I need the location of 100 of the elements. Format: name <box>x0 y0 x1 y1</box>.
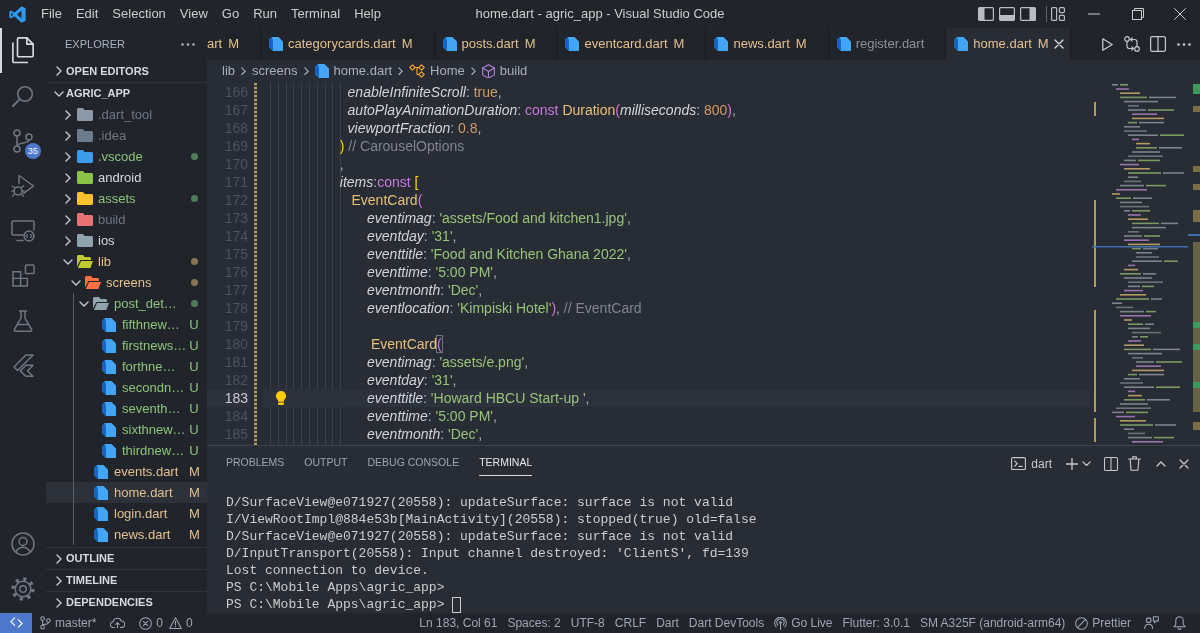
tree-item[interactable]: thirdnew… U <box>46 440 207 461</box>
tree-item[interactable]: home.dart M <box>46 482 207 503</box>
terminal-selector[interactable]: dart <box>1011 454 1052 473</box>
menu-item[interactable]: Selection <box>105 0 173 28</box>
close-icon[interactable] <box>1179 458 1189 469</box>
git-status: M <box>189 462 199 481</box>
editor-tab[interactable]: art M <box>207 28 261 60</box>
breadcrumb-item[interactable]: lib <box>222 61 235 81</box>
split-terminal-icon[interactable] <box>1104 456 1118 471</box>
bell-icon[interactable] <box>1173 616 1186 630</box>
tree-item[interactable]: assets <box>46 188 207 209</box>
panel-tab[interactable]: DEBUG CONSOLE <box>367 451 460 476</box>
panel-tab[interactable]: PROBLEMS <box>226 451 285 476</box>
chevron-right-icon <box>303 66 309 76</box>
feedback-icon[interactable] <box>1144 616 1159 630</box>
status-bar-item[interactable]: Ln 183, Col 61 <box>414 614 503 632</box>
menu-item[interactable]: Help <box>347 0 388 28</box>
breadcrumb-item[interactable]: home.dart <box>314 61 393 81</box>
panel-tab[interactable]: TERMINAL <box>479 451 533 476</box>
tree-item[interactable]: android <box>46 167 207 188</box>
code-line: eventtitle: 'Food and Kitchen Ghana 2022', <box>367 245 631 263</box>
git-status: M <box>189 525 199 544</box>
git-status: U <box>189 420 199 439</box>
status-bar-item[interactable]: Prettier <box>1070 614 1136 632</box>
customize-layout-icon[interactable] <box>1051 7 1065 21</box>
tree-item[interactable]: news.dart M <box>46 524 207 545</box>
status-bar-item[interactable]: CRLF <box>609 614 652 632</box>
code-line: enableInfiniteScroll: true, <box>347 83 502 101</box>
git-status: M <box>673 35 685 54</box>
cloud-upload-icon[interactable] <box>110 617 126 629</box>
menu-item[interactable]: Terminal <box>284 0 348 28</box>
status-bar-item[interactable]: Dart <box>651 614 684 632</box>
tree-item[interactable]: .vscode <box>46 146 207 167</box>
tree-item[interactable]: sixthnew… U <box>46 419 207 440</box>
toggle-sidebar-icon[interactable] <box>977 7 994 21</box>
git-status: M <box>189 483 199 502</box>
chevron-up-icon[interactable] <box>1156 460 1166 467</box>
tree-item[interactable]: seventh… U <box>46 398 207 419</box>
tree-item[interactable]: firstnews… U <box>46 335 207 356</box>
close-icon[interactable] <box>1174 8 1186 20</box>
tree-item[interactable]: fifthnew… U <box>46 314 207 335</box>
code-line: eventmonth: 'Dec', <box>367 425 483 443</box>
file-icon <box>102 422 116 437</box>
tree-item[interactable]: post_det… <box>46 293 207 314</box>
menu-item[interactable]: File <box>34 0 69 28</box>
toggle-secondary-sidebar-icon[interactable] <box>1019 7 1036 21</box>
split-editor-icon[interactable] <box>1150 36 1167 52</box>
run-icon[interactable] <box>1102 37 1114 51</box>
circle-slash-icon <box>1075 616 1089 630</box>
tree-item[interactable]: events.dart M <box>46 461 207 482</box>
code-line: eventtime: '5:00 PM', <box>367 263 497 281</box>
compare-changes-icon[interactable] <box>1123 36 1140 52</box>
tree-item[interactable]: forthne… U <box>46 356 207 377</box>
remote-button[interactable] <box>0 613 32 633</box>
plus-icon[interactable] <box>1066 457 1078 470</box>
file-icon <box>102 317 116 332</box>
breadcrumb-item[interactable]: build <box>481 61 528 81</box>
code-line: ) // CarouselOptions <box>339 137 465 155</box>
status-bar-item[interactable]: Dart DevTools <box>683 614 770 632</box>
close-icon[interactable] <box>1054 39 1065 49</box>
status-bar-item[interactable]: Flutter: 3.0.1 <box>837 614 915 632</box>
files-icon <box>12 37 34 64</box>
git-status: M <box>401 35 413 54</box>
tree-item[interactable]: ios <box>46 230 207 251</box>
menu-item[interactable]: Run <box>246 0 284 28</box>
status-bar-item[interactable]: 0 0 <box>133 614 199 632</box>
file-icon <box>102 443 116 458</box>
breadcrumb-item[interactable]: screens <box>252 61 298 81</box>
app-logo-icon <box>8 5 26 23</box>
lightbulb-icon[interactable] <box>276 391 286 405</box>
settings-icon <box>11 576 35 601</box>
status-bar-item[interactable]: SM A325F (android-arm64) <box>914 614 1071 632</box>
branch-icon <box>40 616 51 630</box>
flutter-icon <box>12 354 34 377</box>
menu-item[interactable]: View <box>172 0 215 28</box>
menu-item[interactable]: Edit <box>68 0 106 28</box>
chevron-down-icon[interactable] <box>1082 460 1091 467</box>
git-status: U <box>189 315 199 334</box>
status-bar-item[interactable]: master* <box>34 614 103 632</box>
editor-tab[interactable]: home.dart M <box>946 28 1071 60</box>
restore-icon[interactable] <box>1132 8 1144 20</box>
toggle-panel-icon[interactable] <box>998 7 1015 21</box>
section-header[interactable]: OPEN EDITORS <box>46 60 207 82</box>
tree-item[interactable]: screens <box>46 272 207 293</box>
trash-icon[interactable] <box>1128 456 1141 471</box>
file-icon <box>102 380 116 395</box>
more-icon[interactable] <box>181 42 195 46</box>
status-bar-item[interactable]: UTF-8 <box>565 614 610 632</box>
tree-item[interactable]: secondn… U <box>46 377 207 398</box>
status-bar-item[interactable]: Spaces: 2 <box>502 614 566 632</box>
status-bar-item[interactable]: Go Live <box>769 614 838 632</box>
tree-item[interactable]: login.dart M <box>46 503 207 524</box>
more-icon[interactable] <box>1176 42 1191 46</box>
panel-tab[interactable]: OUTPUT <box>304 451 348 476</box>
search-icon <box>12 84 34 107</box>
activity-item[interactable]: 35 <box>0 118 46 163</box>
menu-item[interactable]: Go <box>214 0 247 28</box>
code-line: items:const [ <box>339 173 419 191</box>
tree-item[interactable]: lib <box>46 251 207 272</box>
breadcrumb-item[interactable]: Home <box>409 61 465 81</box>
